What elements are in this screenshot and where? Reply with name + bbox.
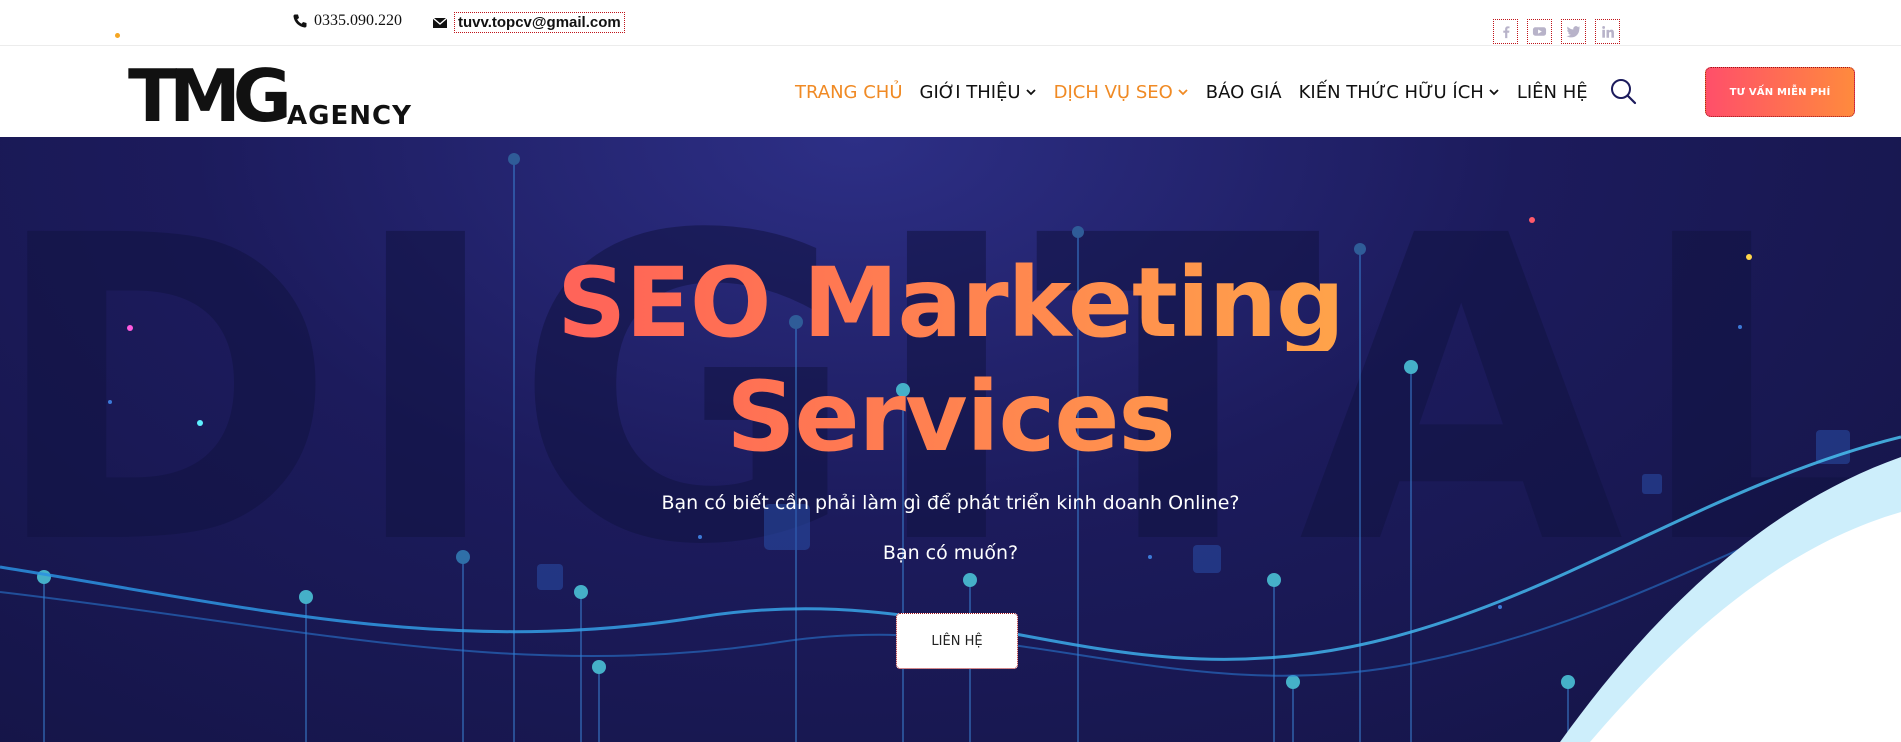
nav-label: DỊCH VỤ SEO [1053, 81, 1173, 103]
nav-bao-gia[interactable]: BÁO GIÁ [1206, 82, 1282, 103]
logo-subtext: AGENCY [287, 101, 412, 129]
social-links [1493, 19, 1620, 44]
chevron-down-icon [1177, 86, 1189, 98]
nav-label: LIÊN HỆ [1516, 81, 1588, 103]
phone-contact[interactable]: 0335.090.220 [292, 12, 402, 30]
hero-subtitle: Bạn có biết cần phải làm gì để phát triể… [661, 492, 1240, 514]
decorative-dot [115, 33, 120, 38]
twitter-icon[interactable] [1561, 19, 1586, 44]
logo-wordmark: TMG [128, 59, 287, 129]
hero-title-line-1: SEO Marketing [0, 255, 1901, 351]
email-link[interactable]: tuvv.topcv@gmail.com [454, 12, 625, 33]
hero-title-line-2: Services [0, 369, 1901, 465]
nav-label: GIỚI THIỆU [919, 81, 1021, 103]
nav-dich-vu-seo[interactable]: DỊCH VỤ SEO [1054, 82, 1189, 103]
nav-trang-chu[interactable]: TRANG CHỦ [795, 82, 903, 103]
linkedin-icon[interactable] [1595, 19, 1620, 44]
main-header: TMG AGENCY TRANG CHỦ GIỚI THIỆU DỊCH VỤ … [0, 47, 1901, 137]
facebook-icon[interactable] [1493, 19, 1518, 44]
contact-button[interactable]: LIÊN HỆ [896, 613, 1018, 669]
hero-question: Bạn có muốn? [882, 542, 1019, 564]
youtube-icon[interactable] [1527, 19, 1552, 44]
nav-label: TRANG CHỦ [795, 81, 903, 103]
top-bar: 0335.090.220 tuvv.topcv@gmail.com [0, 0, 1901, 46]
nav-kien-thuc-huu-ich[interactable]: KIẾN THỨC HỮU ÍCH [1299, 82, 1500, 103]
chevron-down-icon [1488, 86, 1500, 98]
tmg-agency-logo[interactable]: TMG AGENCY [128, 59, 418, 129]
phone-icon [292, 13, 308, 29]
nav-gioi-thieu[interactable]: GIỚI THIỆU [920, 82, 1037, 103]
envelope-icon [432, 15, 448, 31]
email-contact[interactable]: tuvv.topcv@gmail.com [432, 12, 625, 33]
main-nav: TRANG CHỦ GIỚI THIỆU DỊCH VỤ SEO BÁO GIÁ… [795, 47, 1605, 137]
search-icon[interactable] [1609, 77, 1637, 105]
free-consult-button[interactable]: TƯ VẤN MIỄN PHÍ [1705, 67, 1855, 117]
nav-label: KIẾN THỨC HỮU ÍCH [1298, 81, 1484, 103]
nav-label: BÁO GIÁ [1205, 81, 1282, 103]
phone-number: 0335.090.220 [314, 12, 402, 29]
hero-section: DIGITAL [0, 137, 1901, 742]
chevron-down-icon [1025, 86, 1037, 98]
nav-lien-he[interactable]: LIÊN HỆ [1517, 82, 1588, 103]
